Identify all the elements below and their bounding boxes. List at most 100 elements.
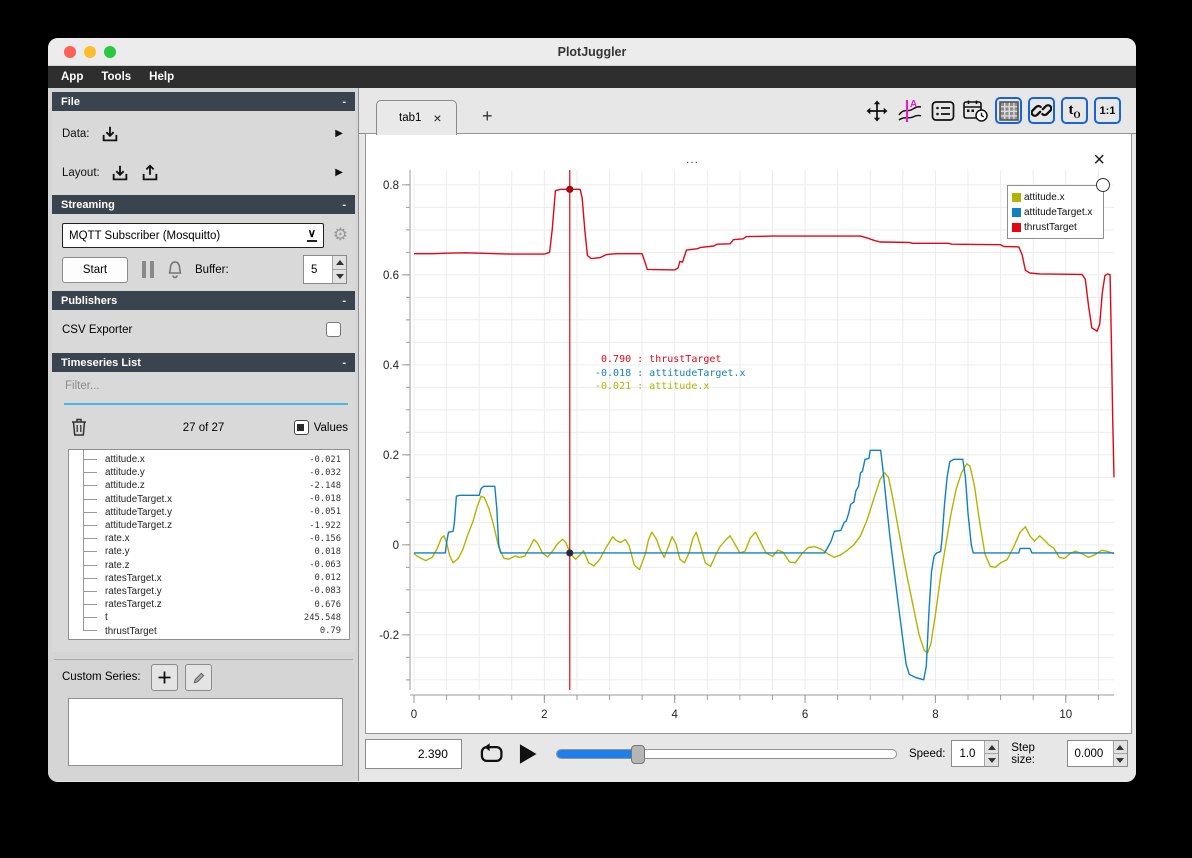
loop-icon[interactable] — [478, 742, 505, 766]
legend-entry[interactable]: thrustTarget — [1012, 220, 1099, 235]
legend-entry[interactable]: attitudeTarget.x — [1012, 205, 1099, 220]
time-display[interactable]: 2.390 — [365, 738, 462, 769]
timeseries-row[interactable]: ratesTarget.z 0.676 — [69, 590, 349, 611]
curve-list-button[interactable] — [929, 97, 956, 124]
legend-entry[interactable]: attitude.x — [1012, 190, 1099, 205]
play-icon[interactable] — [517, 742, 538, 766]
edit-custom-series-button[interactable] — [185, 664, 212, 691]
collapse-icon[interactable]: - — [342, 295, 346, 307]
plot-close-icon[interactable]: × — [1093, 150, 1105, 170]
time-offset-button[interactable]: tO — [1061, 97, 1088, 124]
plotjuggler-window: PlotJuggler App Tools Help File - Data: — [48, 38, 1136, 782]
collapse-icon[interactable]: - — [342, 96, 346, 108]
speed-down-button[interactable] — [985, 754, 999, 766]
step-up-button[interactable] — [1113, 741, 1127, 754]
streaming-settings-gear-icon[interactable]: ⚙ — [333, 226, 348, 244]
values-label: Values — [313, 421, 348, 434]
time-options-button[interactable] — [962, 97, 989, 124]
streaming-source-select[interactable]: MQTT Subscriber (Mosquitto) ∨ — [62, 223, 324, 248]
timeseries-row[interactable]: attitudeTarget.y -0.051 — [69, 498, 349, 519]
start-streaming-button[interactable]: Start — [62, 257, 128, 283]
filter-underline — [64, 403, 348, 405]
timeseries-section-header[interactable]: Timeseries List - — [52, 353, 355, 372]
publishers-section-title: Publishers — [61, 294, 118, 307]
new-tab-button[interactable]: + — [482, 106, 493, 127]
playback-bar: 2.390 Speed: 1.0 Step size: 0.000 — [365, 738, 1128, 769]
streaming-section-header[interactable]: Streaming - — [52, 195, 355, 214]
tracker-readout-line: 0.790 : thrustTarget — [595, 354, 722, 365]
buffer-up-button[interactable] — [333, 256, 346, 270]
layout-expand-arrow[interactable]: ▶ — [335, 167, 343, 178]
pause-icon[interactable] — [142, 261, 154, 278]
close-window-button[interactable] — [64, 46, 76, 58]
link-icon — [1031, 104, 1052, 117]
slider-handle[interactable] — [630, 744, 645, 764]
values-checkbox[interactable] — [293, 420, 309, 435]
timeseries-row[interactable]: attitude.y -0.032 — [69, 459, 349, 479]
add-custom-series-button[interactable] — [151, 664, 178, 691]
title-bar[interactable]: PlotJuggler — [48, 38, 1136, 66]
csv-exporter-checkbox[interactable] — [326, 322, 341, 337]
timeseries-row[interactable]: attitude.z -2.148 — [69, 472, 349, 492]
move-tool-button[interactable] — [863, 97, 890, 124]
svg-text:0.4: 0.4 — [383, 360, 400, 372]
load-data-icon[interactable] — [100, 124, 120, 144]
timeseries-row[interactable]: rate.z -0.063 — [69, 551, 349, 572]
file-section-header[interactable]: File - — [52, 92, 355, 111]
buffer-spinbox[interactable]: 5 — [303, 255, 347, 284]
menu-help[interactable]: Help — [149, 71, 174, 83]
save-layout-icon[interactable] — [140, 163, 160, 183]
timeseries-list[interactable]: attitude.x -0.021 attitude.y -0.032 attitude… — [68, 449, 350, 640]
tab-close-icon[interactable]: × — [433, 110, 441, 126]
timeline-slider[interactable] — [555, 744, 897, 764]
timeseries-filter-input[interactable] — [65, 380, 347, 392]
collapse-icon[interactable]: - — [342, 357, 346, 369]
svg-text:0: 0 — [411, 709, 417, 721]
speed-up-button[interactable] — [985, 741, 999, 754]
timeseries-row[interactable]: t 245.548 — [69, 604, 349, 624]
speed-spinbox[interactable]: 1.0 — [951, 740, 1000, 767]
notifications-bell-icon[interactable] — [164, 259, 186, 281]
menu-tools[interactable]: Tools — [101, 71, 131, 83]
timeseries-row[interactable]: ratesTarget.y -0.083 — [69, 577, 349, 598]
tracker-tool-button[interactable]: A — [896, 97, 923, 124]
tracker-readout: 0.790 : thrustTarget -0.018 : attitudeTar… — [595, 353, 746, 394]
timeseries-row[interactable]: attitudeTarget.z -1.922 — [69, 511, 349, 532]
tab-bar: tab1 × + A tO 1:1 — [359, 88, 1136, 135]
load-layout-icon[interactable] — [110, 163, 130, 183]
buffer-down-button[interactable] — [333, 270, 346, 283]
calendar-clock-icon — [963, 100, 988, 122]
timeseries-row[interactable]: attitude.x -0.021 — [69, 450, 349, 466]
plot-title[interactable]: ... — [686, 152, 699, 166]
legend-swatch — [1012, 223, 1021, 232]
legend-handle[interactable] — [1096, 178, 1110, 192]
timeseries-row[interactable]: attitudeTarget.x -0.018 — [69, 485, 349, 506]
traffic-lights — [64, 46, 116, 58]
streaming-source-value: MQTT Subscriber (Mosquitto) — [69, 229, 221, 242]
timeseries-row[interactable]: rate.y 0.018 — [69, 538, 349, 558]
custom-series-list[interactable] — [68, 698, 343, 766]
plot-legend[interactable]: attitude.x attitudeTarget.x thrustTarget — [1007, 185, 1104, 239]
link-axes-button[interactable] — [1028, 97, 1055, 124]
data-expand-arrow[interactable]: ▶ — [335, 128, 343, 139]
step-down-button[interactable] — [1113, 754, 1127, 766]
publishers-section-header[interactable]: Publishers - — [52, 291, 355, 310]
svg-text:0.8: 0.8 — [383, 180, 399, 192]
svg-text:0.6: 0.6 — [383, 270, 399, 282]
zoom-window-button[interactable] — [104, 46, 116, 58]
step-size-spinbox[interactable]: 0.000 — [1066, 740, 1128, 767]
svg-text:8: 8 — [932, 709, 938, 721]
speed-value: 1.0 — [959, 747, 976, 760]
timeseries-row[interactable]: rate.x -0.156 — [69, 525, 349, 545]
tab-tab1[interactable]: tab1 × — [376, 100, 457, 135]
grid-layout-button[interactable] — [995, 97, 1022, 124]
step-size-label: Step size: — [1011, 741, 1035, 766]
window-title: PlotJuggler — [557, 44, 627, 59]
collapse-icon[interactable]: - — [342, 199, 346, 211]
timeseries-row[interactable]: ratesTarget.x 0.012 — [69, 564, 349, 585]
minimize-window-button[interactable] — [84, 46, 96, 58]
menu-app[interactable]: App — [61, 71, 83, 83]
timeseries-row[interactable]: thrustTarget 0.79 — [69, 617, 349, 637]
ratio-button[interactable]: 1:1 — [1094, 97, 1121, 124]
curve-tracker-icon: A — [897, 99, 921, 122]
